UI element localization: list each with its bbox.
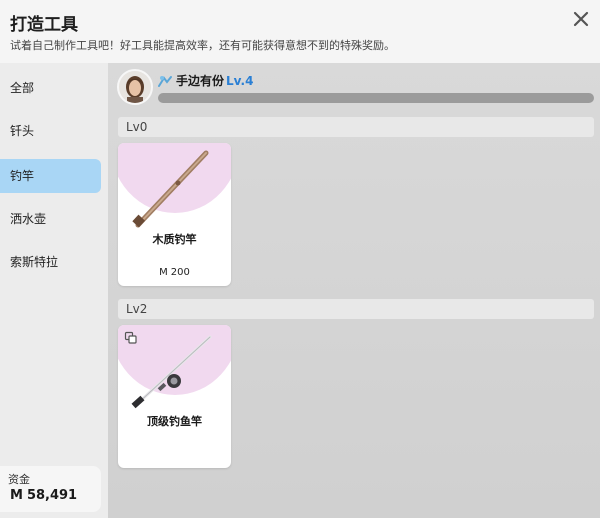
sidebar-item-sostra[interactable]: 索斯特拉 [0,245,101,279]
section-header-lv2: Lv2 [118,299,594,319]
sidebar-item-all[interactable]: 全部 [0,71,101,105]
category-sidebar: 全部 钎头 钓竿 洒水壶 索斯特拉 [0,63,108,518]
skill-title: 手边有份 Lv.4 [176,72,253,89]
sidebar-item-watering-can[interactable]: 洒水壶 [0,202,101,236]
funds-label: 资金 [8,473,30,486]
page-subtitle: 试着自己制作工具吧！好工具能提高效率，还有可能获得意想不到的特殊奖励。 [10,39,395,52]
wooden-fishing-rod-icon [132,150,209,228]
currency-icon: M [10,488,23,503]
section-header-lv0: Lv0 [118,117,594,137]
sidebar-item-fishing-rod[interactable]: 钓竿 [0,159,101,193]
card-price: M 200 [118,267,231,278]
currency-icon: M [159,267,168,278]
card-name: 木质钓竿 [152,233,197,246]
recipe-card-wooden-rod[interactable]: 木质钓竿 M 200 [118,143,231,286]
recipe-card-premium-rod[interactable]: 顶级钓鱼竿 [118,325,231,468]
funds-panel: 资金 M 58,491 [0,466,101,512]
close-button[interactable] [570,8,592,30]
fishing-skill-icon [158,76,172,87]
close-icon [573,11,589,27]
premium-fishing-rod-icon [131,335,212,409]
avatar [117,69,153,105]
funds-amount: 58,491 [26,488,78,503]
skill-progress-bar [158,93,594,103]
skill-name: 手边有份 [176,74,225,88]
card-name: 顶级钓鱼竿 [147,415,202,428]
price-value: 200 [170,267,190,278]
page-title: 打造工具 [10,15,78,35]
skill-level: Lv.4 [226,74,254,88]
dialog-header: 打造工具 试着自己制作工具吧！好工具能提高效率，还有可能获得意想不到的特殊奖励。 [0,0,600,63]
sidebar-item-pickaxe[interactable]: 钎头 [0,114,101,148]
